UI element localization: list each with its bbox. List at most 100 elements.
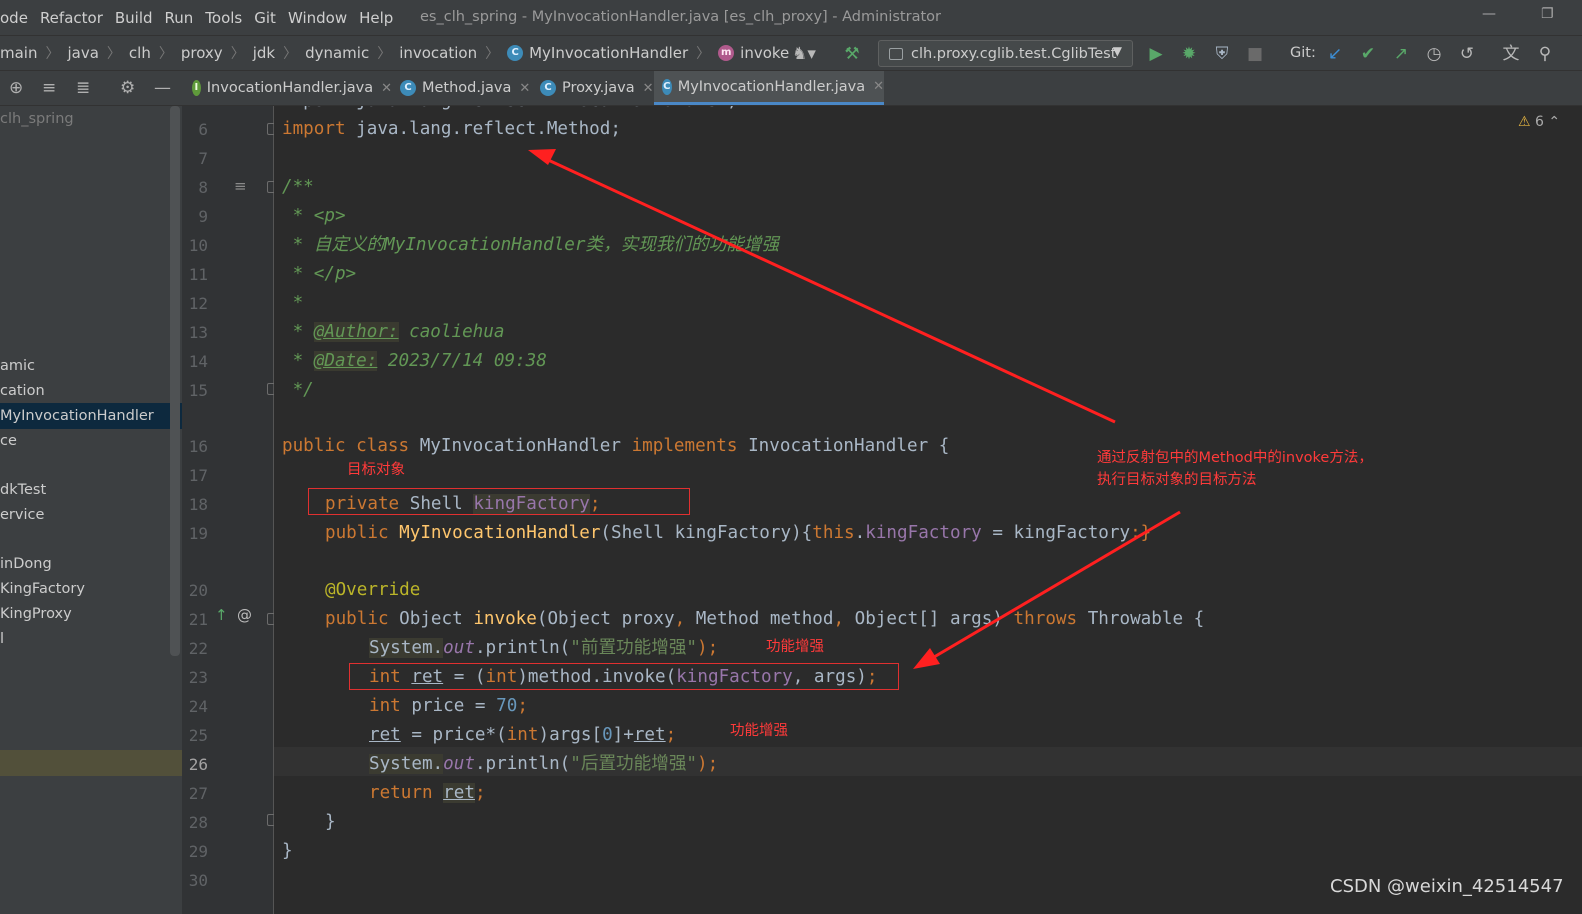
history-icon[interactable]: ◷ [1422,42,1446,66]
rollback-icon[interactable]: ↺ [1455,42,1479,66]
tree-item[interactable]: ce [0,430,17,452]
annotation-explain-line1: 通过反射包中的Method中的invoke方法， [1097,450,1373,466]
breadcrumb-jdk[interactable]: jdk [253,44,275,62]
close-icon[interactable]: ✕ [381,81,392,96]
run-configuration-select[interactable]: clh.proxy.cglib.test.CglibTest ▼ [878,40,1133,67]
collapse-all-icon[interactable]: ≣ [76,78,90,98]
tree-item[interactable]: amic [0,355,35,377]
tab-proxy[interactable]: C Proxy.java ✕ [532,71,654,105]
menu-run[interactable]: Run [165,9,194,27]
menu-build[interactable]: Build [115,9,153,27]
tab-method[interactable]: C Method.java ✕ [392,71,532,105]
menu-tools[interactable]: Tools [205,9,242,27]
minimize-icon[interactable]: — [1482,6,1496,22]
translate-icon[interactable]: 文 [1497,42,1525,66]
git-update-icon[interactable]: ↙ [1323,42,1347,66]
user-dropdown-icon[interactable]: ♞▾ [786,42,822,66]
breadcrumb-main[interactable]: main [0,44,37,62]
code-line-28: } [325,812,336,832]
hide-icon[interactable]: — [154,78,171,98]
chevron-right-icon: 〉 [158,46,173,62]
git-commit-icon[interactable]: ✔ [1356,42,1380,66]
semicolon: ; [517,696,528,716]
breadcrumb-method[interactable]: m invoke [718,44,789,62]
expand-all-icon[interactable]: ≡ [42,78,56,98]
locate-icon[interactable]: ⊕ [9,78,23,98]
code-text: ); [697,638,719,658]
line-number: 25 [188,726,208,745]
menu-refactor[interactable]: Refactor [40,9,103,27]
tree-item-selected[interactable]: MyInvocationHandler [0,405,154,427]
line-number-current: 26 [188,755,208,774]
code-text: ;} [1130,523,1152,543]
line-number: 10 [188,236,208,255]
code-line-19: public MyInvocationHandler(Shell kingFac… [325,519,1151,548]
keyword: int [506,725,539,745]
class-name: MyInvocationHandler [419,436,632,456]
line-number: 20 [188,581,208,600]
breadcrumb-proxy[interactable]: proxy [181,44,223,62]
menu-git[interactable]: Git [254,9,276,27]
breadcrumb-label: MyInvocationHandler [529,44,689,62]
comment-text: 2023/7/14 09:38 [377,351,547,371]
keyword: implements [631,436,749,456]
close-icon[interactable]: ✕ [873,79,884,94]
line-number: 30 [188,871,208,890]
tree-item[interactable]: inDong [0,553,52,575]
keyword: public [325,609,400,629]
restore-icon[interactable]: ❐ [1541,6,1554,22]
javadoc-tag: @Date: [313,351,378,371]
breadcrumb-invocation[interactable]: invocation [399,44,477,62]
menu-code[interactable]: ode [0,9,28,27]
tree-item[interactable]: KingFactory [0,578,85,600]
doc-render-icon[interactable]: ≡ [234,177,247,195]
override-up-arrow-icon[interactable]: ↑ [215,606,228,624]
close-icon[interactable]: ✕ [643,81,654,96]
stop-icon[interactable]: ■ [1243,42,1267,66]
menu-help[interactable]: Help [359,9,393,27]
breadcrumb-java[interactable]: java [67,44,98,62]
project-root[interactable]: clh_spring [0,108,74,130]
search-icon[interactable]: ⚲ [1533,42,1557,66]
warning-count: 6 [1535,114,1544,130]
debug-icon[interactable]: ✹ [1177,42,1201,66]
tree-item[interactable]: KingProxy [0,603,72,625]
tree-item[interactable]: cation [0,380,45,402]
hover-row-highlight [0,750,182,776]
chevron-right-icon: 〉 [696,46,711,62]
method-name: MyInvocationHandler [399,523,601,543]
tab-myinvocationhandler[interactable]: C MyInvocationHandler.java ✕ [654,71,884,105]
keyword: public [325,523,400,543]
git-push-icon[interactable]: ↗ [1389,42,1413,66]
coverage-icon[interactable]: ⛨ [1210,42,1234,66]
annotation-enhance-before: 功能增强 [766,639,824,655]
class-icon: C [540,80,556,96]
tab-invocationhandler[interactable]: I InvocationHandler.java ✕ [184,71,392,105]
line-number: 21 [188,610,208,629]
chevron-right-icon: 〉 [106,46,121,62]
line-number: 16 [188,437,208,456]
semicolon: ; [474,783,486,803]
code-text: price = [411,696,497,716]
scrollbar[interactable] [170,106,180,656]
git-label: Git: [1290,45,1316,61]
gear-icon[interactable]: ⚙ [120,78,135,98]
breadcrumb-class[interactable]: C MyInvocationHandler [507,44,688,62]
comment-text: caoliehua [398,322,505,342]
tree-item[interactable]: ervice [0,504,44,526]
breadcrumb-clh[interactable]: clh [129,44,151,62]
code-text: java.lang.reflect.Method; [345,119,621,139]
code-text: Object [399,609,474,629]
run-icon[interactable]: ▶ [1144,42,1168,66]
tree-item[interactable]: l [0,628,4,650]
hammer-icon[interactable]: ⚒ [840,42,864,66]
menu-window[interactable]: Window [288,9,347,27]
code-text: .println( [474,754,571,774]
editor-tab-bar: ⊕ ≡ ≣ ⚙ — I InvocationHandler.java ✕ C M… [0,71,1582,106]
close-icon[interactable]: ✕ [519,81,530,96]
warning-indicator[interactable]: ⚠ 6 ⌃ [1518,114,1560,130]
tree-item[interactable]: dkTest [0,479,46,501]
breadcrumb: main 〉 java 〉 clh 〉 proxy 〉 jdk 〉 dynami… [0,36,789,70]
line-number: 17 [188,466,208,485]
breadcrumb-dynamic[interactable]: dynamic [305,44,369,62]
